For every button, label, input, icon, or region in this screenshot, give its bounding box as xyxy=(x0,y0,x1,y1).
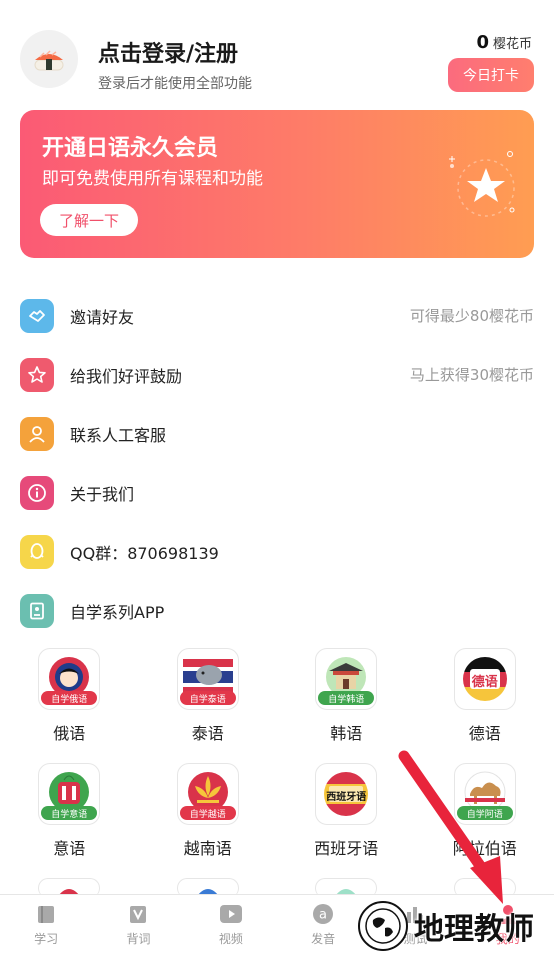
app-vietnamese[interactable]: 自学越语 越南语 xyxy=(139,763,278,878)
app-label: 意语 xyxy=(53,839,86,858)
app-thai[interactable]: 自学泰语 泰语 xyxy=(139,648,278,763)
nav-tab-pronunciation[interactable]: a 发音 xyxy=(277,895,369,954)
app-grid: 自学俄语 俄语 自学泰语 泰语 自学韩语 韩语 德语 德语 自学意语 意语 自学… xyxy=(0,648,554,878)
coin-unit: 樱花币 xyxy=(492,37,532,52)
app-arabic[interactable]: 自学阿语 阿拉伯语 xyxy=(416,763,554,878)
menu-item-about[interactable]: 关于我们 xyxy=(0,463,554,522)
app-label: 泰语 xyxy=(191,724,224,743)
nav-label: 背词 xyxy=(126,932,151,946)
app-tag: 西班牙语 xyxy=(326,791,367,803)
membership-banner[interactable]: 开通日语永久会员 即可免费使用所有课程和功能 了解一下 xyxy=(20,110,534,258)
word-card-icon xyxy=(126,902,150,926)
banner-title: 开通日语永久会员 xyxy=(42,136,219,161)
menu-item-apps[interactable]: 自学系列APP xyxy=(0,581,554,640)
handshake-icon xyxy=(20,298,54,333)
app-tag: 自学俄语 xyxy=(41,691,98,705)
settings-menu: 邀请好友 可得最少80樱花币 给我们好评鼓励 马上获得30樱花币 联系人工客服 … xyxy=(0,286,554,640)
menu-item-invite[interactable]: 邀请好友 可得最少80樱花币 xyxy=(0,286,554,345)
app-tag: 自学阿语 xyxy=(456,806,513,820)
a-circle-icon: a xyxy=(311,902,335,926)
sushi-icon xyxy=(34,50,64,71)
nav-label: 视频 xyxy=(218,932,243,946)
checkin-button[interactable]: 今日打卡 xyxy=(448,58,534,92)
nav-tab-words[interactable]: 背词 xyxy=(92,895,184,954)
russian-app-icon: 自学俄语 xyxy=(38,648,101,710)
app-italian[interactable]: 自学意语 意语 xyxy=(0,763,139,878)
person-icon xyxy=(20,416,54,451)
login-title[interactable]: 点击登录/注册 xyxy=(98,36,238,68)
korean-app-icon: 自学韩语 xyxy=(315,648,378,710)
nav-tab-study[interactable]: 学习 xyxy=(0,895,92,954)
app-korean[interactable]: 自学韩语 韩语 xyxy=(277,648,416,763)
nav-label: 发音 xyxy=(311,932,336,946)
spanish-app-icon: 西班牙语 xyxy=(315,763,378,825)
learn-more-button[interactable]: 了解一下 xyxy=(40,204,138,236)
profile-header: 点击登录/注册 登录后才能使用全部功能 0 樱花币 今日打卡 xyxy=(0,0,554,110)
coin-balance: 0 樱花币 xyxy=(476,32,532,53)
star-badge-icon xyxy=(20,357,54,392)
german-app-icon: 德语 xyxy=(453,648,516,710)
menu-item-rate[interactable]: 给我们好评鼓励 马上获得30樱花币 xyxy=(0,345,554,404)
app-tag: 自学泰语 xyxy=(179,691,236,705)
menu-label: 邀请好友 xyxy=(70,307,135,327)
star-decoration-icon xyxy=(449,151,515,217)
thai-app-icon: 自学泰语 xyxy=(176,648,239,710)
app-tag: 自学越语 xyxy=(179,806,236,820)
login-subtitle: 登录后才能使用全部功能 xyxy=(98,76,252,92)
italian-app-icon: 自学意语 xyxy=(38,763,101,825)
avatar[interactable] xyxy=(20,30,78,88)
menu-item-support[interactable]: 联系人工客服 xyxy=(0,404,554,463)
menu-label: 自学系列APP xyxy=(70,602,165,622)
menu-hint: 马上获得30樱花币 xyxy=(409,366,534,384)
menu-label: QQ群：870698139 xyxy=(70,543,219,563)
svg-text:a: a xyxy=(319,908,327,923)
menu-label: 给我们好评鼓励 xyxy=(70,366,183,386)
qq-icon xyxy=(20,534,54,569)
menu-item-qq[interactable]: QQ群：870698139 xyxy=(0,522,554,581)
menu-label: 联系人工客服 xyxy=(70,425,167,445)
app-label: 韩语 xyxy=(330,724,363,743)
banner-subtitle: 即可免费使用所有课程和功能 xyxy=(42,169,263,189)
app-label: 德语 xyxy=(468,724,501,743)
play-icon xyxy=(219,902,243,926)
arabic-app-icon: 自学阿语 xyxy=(453,763,516,825)
app-tag: 自学韩语 xyxy=(318,691,375,705)
nav-label: 学习 xyxy=(34,932,59,946)
app-label: 俄语 xyxy=(53,724,86,743)
app-label: 越南语 xyxy=(183,839,232,858)
app-label: 阿拉伯语 xyxy=(452,839,517,858)
menu-label: 关于我们 xyxy=(70,484,135,504)
watermark: 地理教师 xyxy=(358,898,554,954)
app-tag: 自学意语 xyxy=(41,806,98,820)
book-icon xyxy=(34,902,58,926)
nav-tab-video[interactable]: 视频 xyxy=(185,895,277,954)
app-label: 西班牙语 xyxy=(314,839,379,858)
app-spanish[interactable]: 西班牙语 西班牙语 xyxy=(277,763,416,878)
app-tag: 德语 xyxy=(471,674,498,690)
info-icon xyxy=(20,475,54,510)
app-russian[interactable]: 自学俄语 俄语 xyxy=(0,648,139,763)
app-book-icon xyxy=(20,593,54,628)
watermark-text: 地理教师 xyxy=(414,912,534,947)
globe-logo-icon xyxy=(358,901,408,951)
vietnamese-app-icon: 自学越语 xyxy=(176,763,239,825)
app-german[interactable]: 德语 德语 xyxy=(416,648,554,763)
menu-hint: 可得最少80樱花币 xyxy=(409,307,534,325)
coin-count: 0 xyxy=(476,32,489,53)
